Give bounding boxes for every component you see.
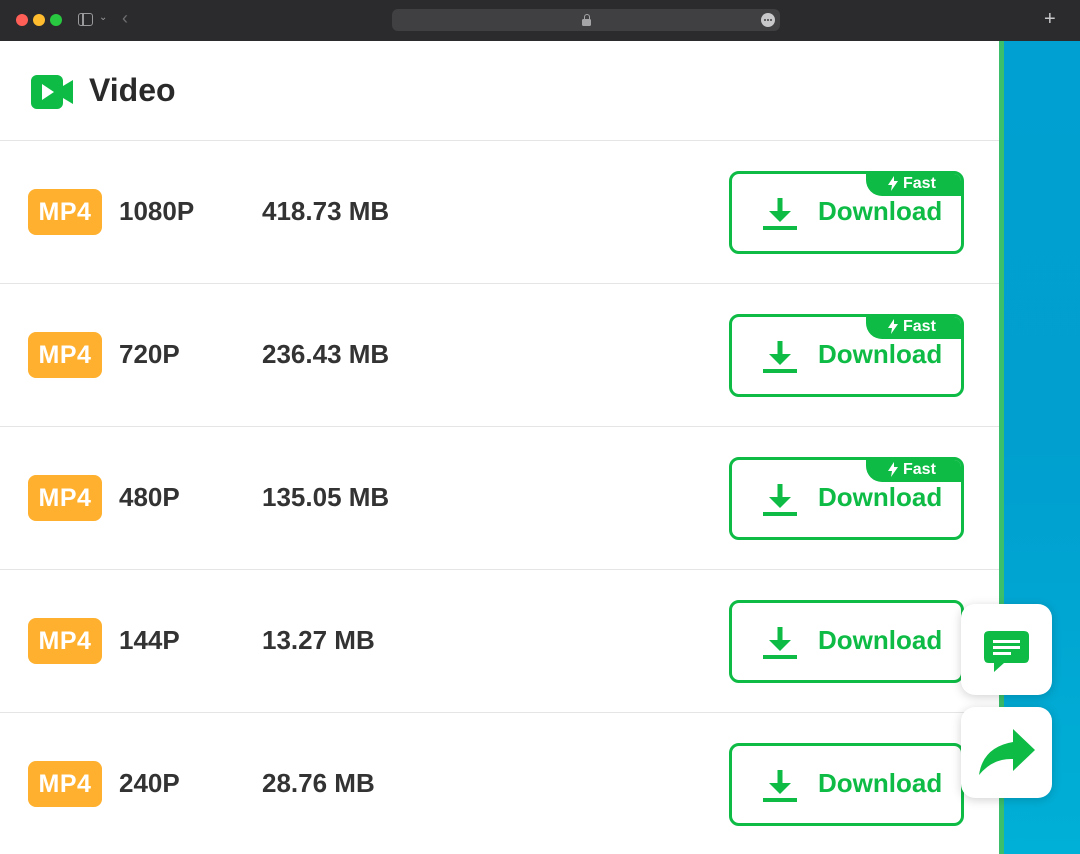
download-label: Download (818, 339, 943, 369)
format-badge: MP4 (28, 332, 102, 378)
close-window-button[interactable] (16, 14, 28, 26)
download-icon (763, 770, 797, 802)
new-tab-icon[interactable]: + (1044, 9, 1056, 29)
quality-label: 480P (119, 482, 180, 512)
download-icon (763, 627, 797, 659)
file-size: 28.76 MB (262, 768, 375, 798)
share-button[interactable] (961, 707, 1052, 798)
download-icon (763, 198, 797, 230)
minimize-window-button[interactable] (33, 14, 45, 26)
zoom-window-button[interactable] (50, 14, 62, 26)
table-row: MP4 240P 28.76 MB Download (0, 713, 999, 854)
fast-label: Fast (903, 461, 936, 478)
page-title: Video (89, 72, 176, 108)
browser-toolbar: ⌄ ‹ + (0, 0, 1080, 41)
lightning-icon (888, 176, 898, 191)
back-icon[interactable]: ‹ (122, 8, 128, 28)
download-icon (763, 341, 797, 373)
format-badge: MP4 (28, 189, 102, 235)
table-row: MP4 720P 236.43 MB Download Fast (0, 284, 999, 427)
quality-label: 144P (119, 625, 180, 655)
share-icon (979, 729, 1035, 775)
download-button[interactable]: Download Fast (729, 171, 964, 254)
fast-label: Fast (903, 318, 936, 335)
download-label: Download (818, 768, 943, 798)
table-row: MP4 144P 13.27 MB Download (0, 570, 999, 713)
chat-button[interactable] (961, 604, 1052, 695)
quality-label: 240P (119, 768, 180, 798)
lightning-icon (888, 319, 898, 334)
sidebar-toggle-icon[interactable] (78, 13, 93, 26)
chevron-down-icon[interactable]: ⌄ (99, 12, 107, 23)
fast-label: Fast (903, 175, 936, 192)
address-bar[interactable] (392, 9, 780, 31)
download-button[interactable]: Download (729, 600, 964, 683)
panel-header: Video (0, 41, 999, 141)
download-icon (763, 484, 797, 516)
more-options-icon[interactable] (761, 13, 775, 27)
download-button[interactable]: Download Fast (729, 314, 964, 397)
file-size: 236.43 MB (262, 339, 390, 369)
video-play-icon (31, 75, 73, 109)
format-badge: MP4 (28, 475, 102, 521)
download-button[interactable]: Download (729, 743, 964, 826)
fast-badge: Fast (866, 174, 961, 196)
download-label: Download (818, 482, 943, 512)
download-panel: Video MP4 1080P 418.73 MB Download Fast … (0, 41, 999, 854)
format-badge: MP4 (28, 618, 102, 664)
lock-icon (582, 14, 591, 26)
download-label: Download (818, 625, 943, 655)
table-row: MP4 1080P 418.73 MB Download Fast (0, 141, 999, 284)
file-size: 135.05 MB (262, 482, 390, 512)
quality-label: 1080P (119, 196, 195, 226)
format-badge: MP4 (28, 761, 102, 807)
download-button[interactable]: Download Fast (729, 457, 964, 540)
download-label: Download (818, 196, 943, 226)
chat-icon (984, 631, 1029, 672)
file-size: 13.27 MB (262, 625, 375, 655)
file-size: 418.73 MB (262, 196, 390, 226)
table-row: MP4 480P 135.05 MB Download Fast (0, 427, 999, 570)
quality-label: 720P (119, 339, 180, 369)
lightning-icon (888, 462, 898, 477)
fast-badge: Fast (866, 317, 961, 339)
fast-badge: Fast (866, 460, 961, 482)
